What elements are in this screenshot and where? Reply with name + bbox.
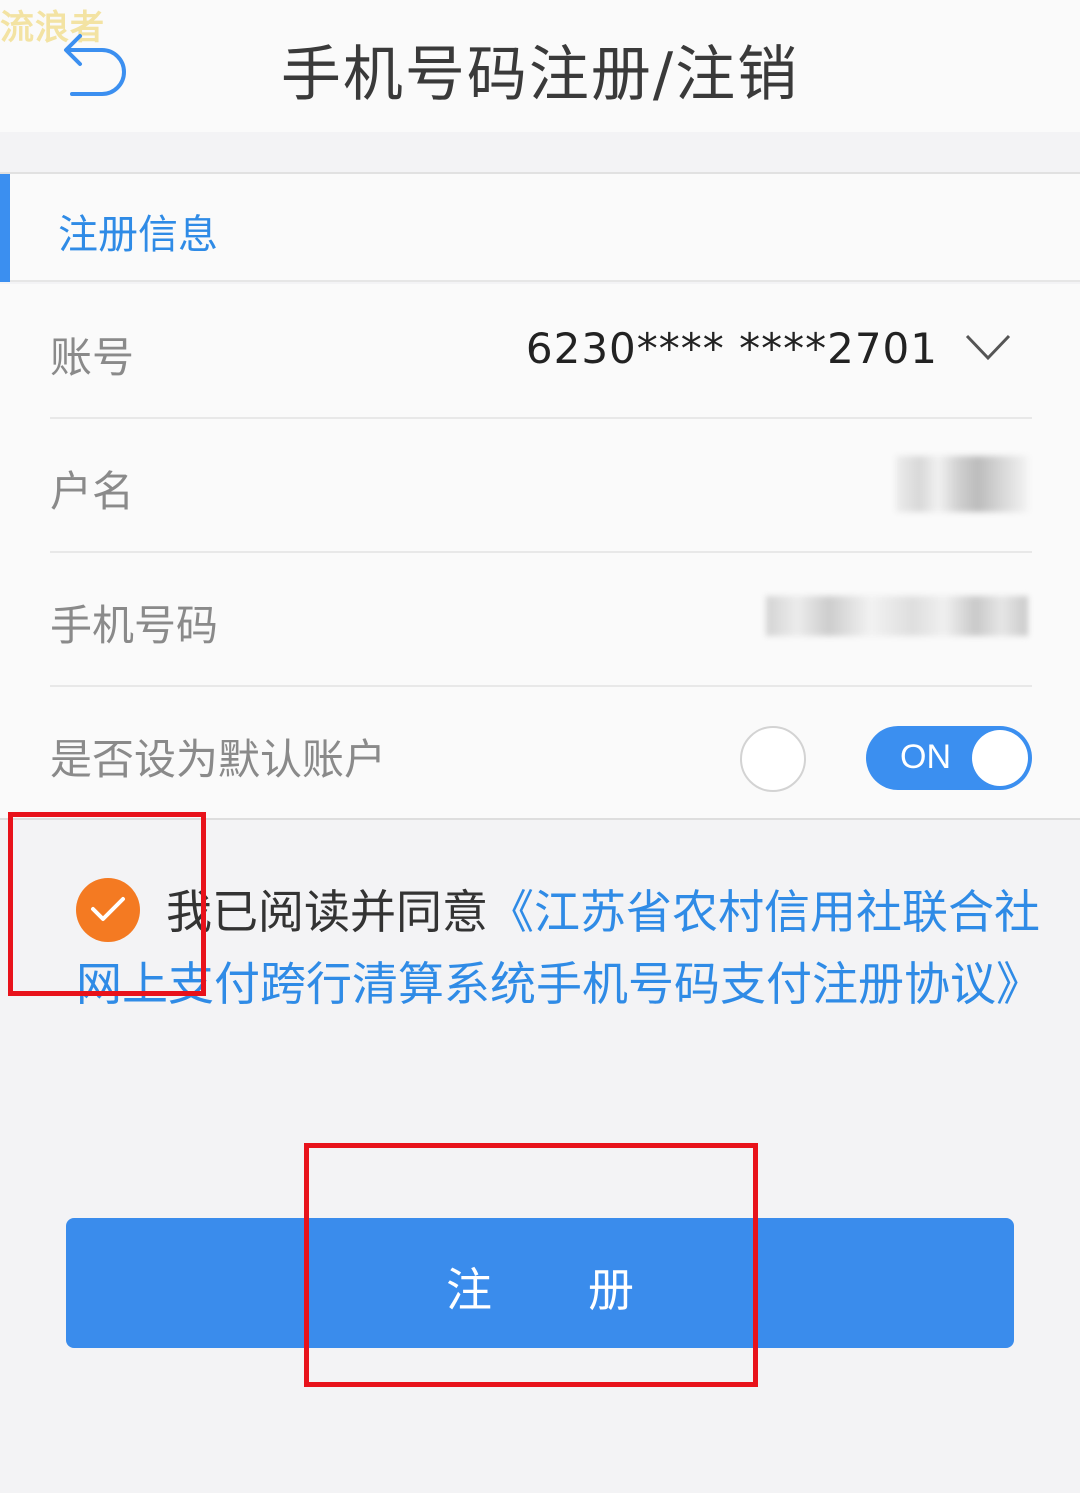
account-label: 账号 — [50, 333, 135, 382]
account-row[interactable]: 账号 6230**** ****2701 — [50, 284, 1032, 419]
header-bar: 流浪者 手机号码注册/注销 — [0, 0, 1080, 132]
phone-label: 手机号码 — [50, 601, 219, 650]
default-account-label: 是否设为默认账户 — [50, 735, 387, 784]
chevron-down-icon[interactable] — [964, 330, 1012, 364]
agreement-block: 我已阅读并同意《江苏省农村信用社联合社网上支付跨行清算系统手机号码支付注册协议》 — [76, 876, 1046, 1020]
annotation-highlight-checkbox — [8, 812, 206, 996]
registration-form: 账号 6230**** ****2701 户名 手机号码 是否设为默认账户 ON — [0, 284, 1080, 820]
masked-name-value — [896, 456, 1028, 512]
default-account-row: 是否设为默认账户 ON — [50, 686, 1032, 821]
account-value: 6230**** ****2701 — [525, 324, 938, 373]
toggle-text: ON — [900, 738, 951, 776]
name-label: 户名 — [50, 467, 135, 516]
section-accent-bar — [0, 174, 10, 282]
phone-row: 手机号码 — [50, 552, 1032, 687]
section-title: 注册信息 — [58, 212, 218, 258]
masked-phone-value — [766, 596, 1028, 636]
page-title: 手机号码注册/注销 — [280, 40, 800, 110]
agreement-text: 我已阅读并同意 — [166, 885, 488, 939]
section-header: 注册信息 — [0, 172, 1080, 282]
default-radio-button[interactable] — [740, 726, 806, 792]
annotation-highlight-register — [304, 1143, 758, 1387]
toggle-knob — [972, 730, 1028, 786]
name-row: 户名 — [50, 418, 1032, 553]
default-account-toggle[interactable]: ON — [866, 726, 1032, 790]
